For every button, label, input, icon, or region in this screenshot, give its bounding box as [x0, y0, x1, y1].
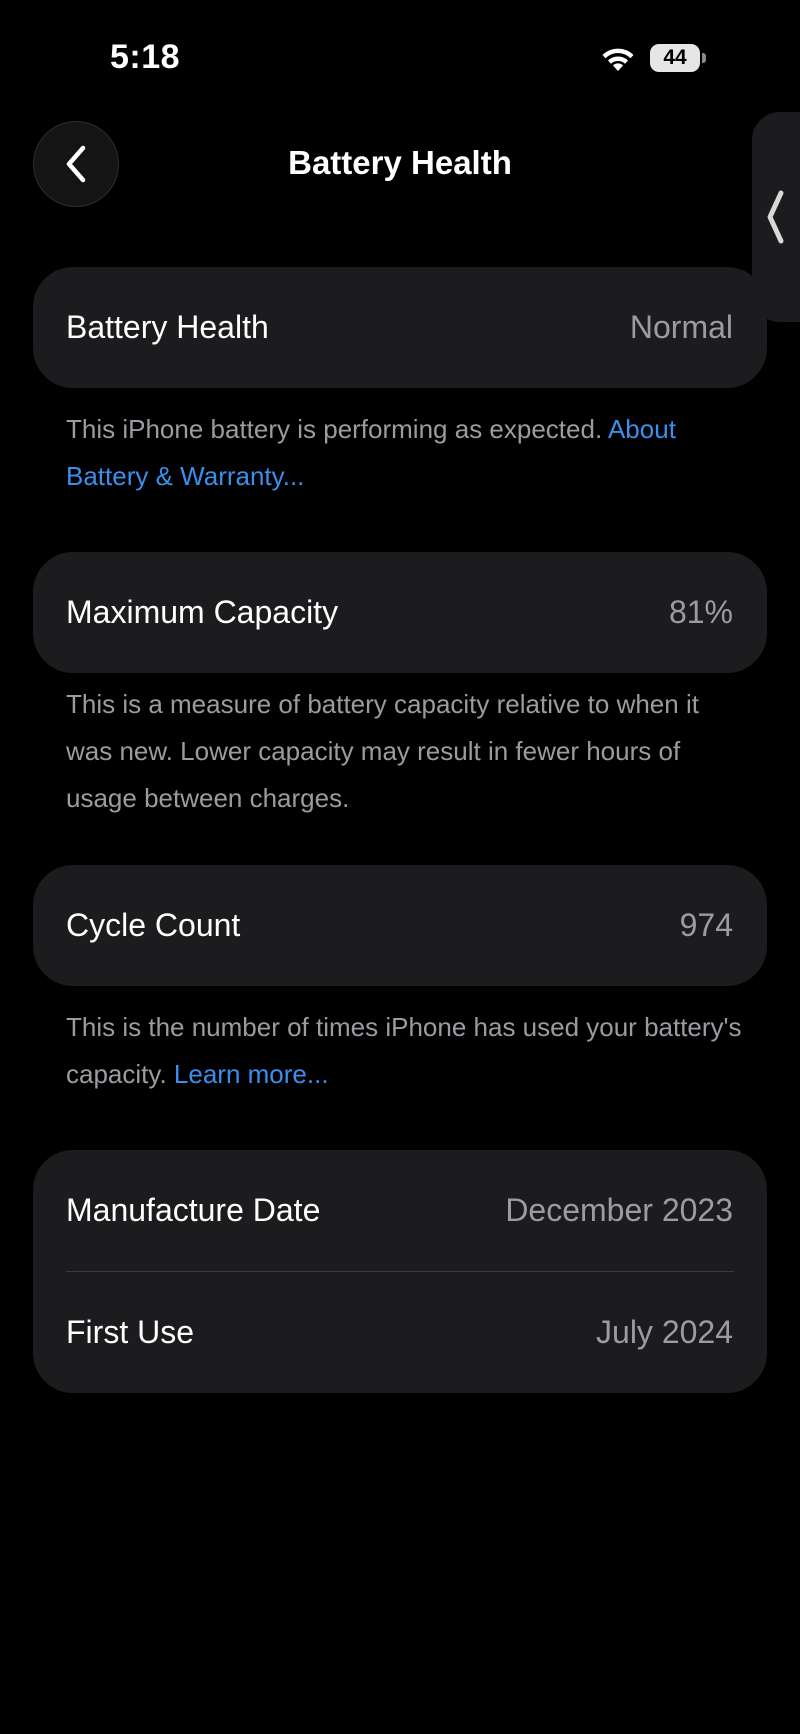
maximum-capacity-card: Maximum Capacity 81%: [33, 552, 767, 673]
maximum-capacity-row: Maximum Capacity 81%: [33, 552, 767, 673]
battery-cap: [702, 53, 706, 63]
cycle-count-card: Cycle Count 974: [33, 865, 767, 986]
battery-health-row: Battery Health Normal: [33, 267, 767, 388]
battery-icon: 44: [650, 44, 700, 72]
battery-level: 44: [663, 46, 687, 69]
first-use-value: July 2024: [596, 1314, 733, 1350]
first-use-row: First Use July 2024: [33, 1272, 767, 1393]
chevron-left-icon: [767, 190, 784, 244]
battery-health-label: Battery Health: [66, 309, 269, 345]
learn-more-link[interactable]: Learn more...: [174, 1059, 329, 1089]
dates-card: Manufacture Date December 2023 First Use…: [33, 1150, 767, 1393]
page-title: Battery Health: [288, 144, 512, 181]
manufacture-date-value: December 2023: [505, 1192, 733, 1228]
first-use-label: First Use: [66, 1314, 194, 1350]
battery-health-card: Battery Health Normal: [33, 267, 767, 388]
cycle-count-row: Cycle Count 974: [33, 865, 767, 986]
manufacture-date-row: Manufacture Date December 2023: [33, 1150, 767, 1271]
battery-health-value: Normal: [629, 309, 733, 345]
battery-health-footnote: This iPhone battery is performing as exp…: [66, 406, 746, 500]
manufacture-date-label: Manufacture Date: [66, 1192, 321, 1228]
maximum-capacity-label: Maximum Capacity: [66, 594, 339, 630]
cycle-count-footnote-text: This is the number of times iPhone has u…: [66, 1012, 742, 1089]
status-time: 5:18: [110, 38, 181, 76]
cycle-count-value: 974: [679, 907, 733, 943]
cycle-count-label: Cycle Count: [66, 907, 241, 943]
battery-health-footnote-text: This iPhone battery is performing as exp…: [66, 414, 603, 444]
maximum-capacity-footnote: This is a measure of battery capacity re…: [66, 689, 699, 813]
wifi-icon: [602, 48, 634, 71]
maximum-capacity-value: 81%: [668, 594, 733, 630]
cycle-count-footnote: This is the number of times iPhone has u…: [66, 1004, 746, 1098]
status-bar: 5:18 44: [0, 0, 800, 110]
